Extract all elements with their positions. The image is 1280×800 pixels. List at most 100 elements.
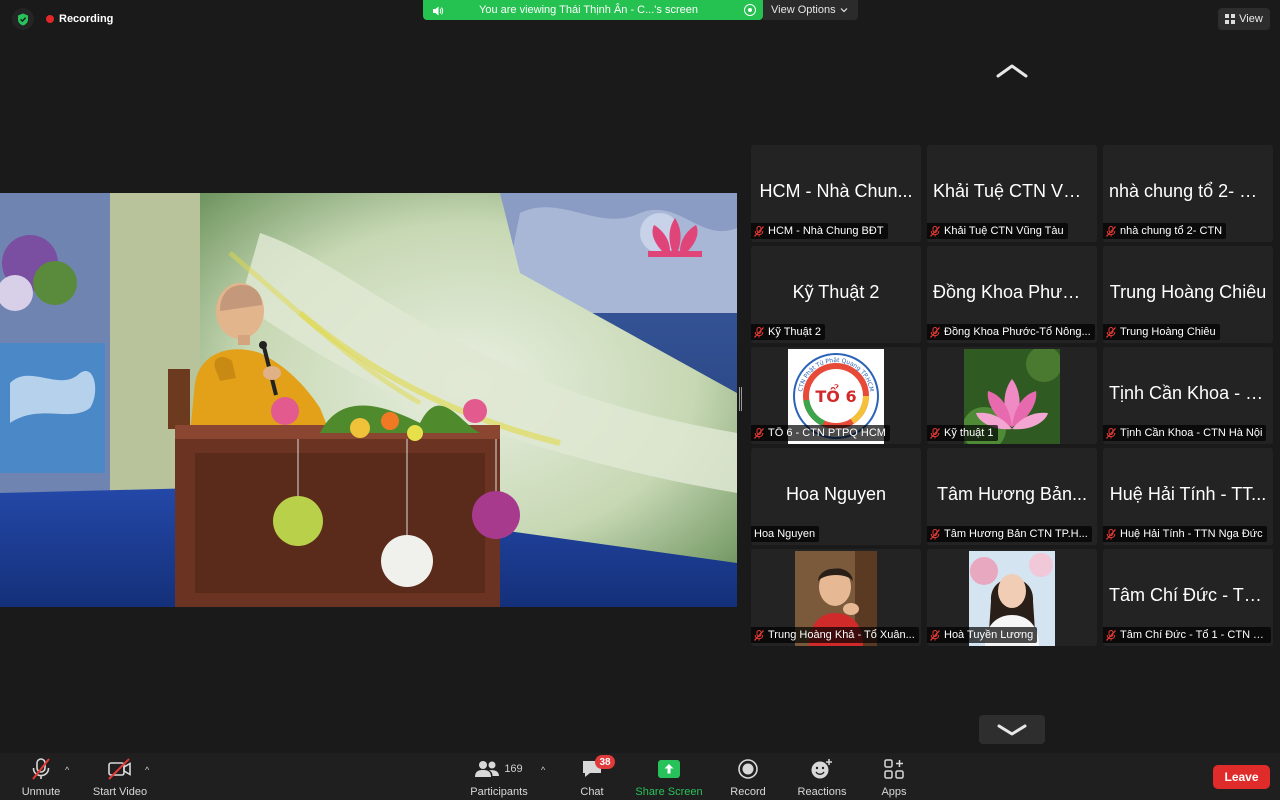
participant-name-tag: Kỹ thuật 1 (927, 425, 998, 441)
participant-tile[interactable]: Kỹ Thuật 2 Kỹ Thuật 2 (751, 246, 921, 343)
recording-indicator[interactable]: Recording (12, 8, 113, 30)
chat-unread-badge: 38 (595, 755, 615, 769)
muted-microphone-icon (1106, 629, 1116, 641)
recording-dot-icon (46, 15, 54, 23)
apps-button[interactable]: Apps (854, 757, 934, 798)
participant-display-name: Tịnh Cần Khoa - C... (1109, 383, 1273, 403)
participant-name: nhà chung tổ 2- CTN (1120, 225, 1223, 237)
share-status-icon[interactable] (744, 4, 756, 16)
participant-tile[interactable]: nhà chung tổ 2- C... nhà chung tổ 2- CTN (1103, 145, 1273, 242)
participants-count: 169 (504, 763, 523, 775)
participant-name-tag: Tịnh Cần Khoa - CTN Hà Nội (1103, 425, 1267, 441)
participant-display-name: Khải Tuệ CTN Vũn... (933, 181, 1097, 201)
chat-button[interactable]: 38 Chat (552, 755, 632, 798)
recording-label: Recording (59, 13, 114, 25)
participant-tile[interactable]: Tâm Chí Đức - Tổ... Tâm Chí Đức - Tổ 1 - … (1103, 549, 1273, 646)
participant-name: Tâm Chí Đức - Tổ 1 - CTN T... (1120, 629, 1267, 641)
participant-tile[interactable]: Huệ Hải Tính - TT... Huệ Hải Tính - TTN N… (1103, 448, 1273, 545)
participant-tile[interactable]: Tịnh Cần Khoa - C... Tịnh Cần Khoa - CTN … (1103, 347, 1273, 444)
audio-options-chevron-icon[interactable]: ^ (65, 765, 69, 775)
participant-display-name: Tâm Chí Đức - Tổ... (1109, 585, 1269, 605)
reactions-label: Reactions (797, 786, 847, 798)
muted-microphone-icon (1106, 326, 1116, 338)
muted-microphone-icon (930, 427, 940, 439)
participants-button[interactable]: 169 Participants (459, 757, 539, 798)
video-options-chevron-icon[interactable]: ^ (145, 765, 149, 775)
participant-name-tag: Trung Hoàng Chiêu (1103, 324, 1220, 340)
participant-name-tag: Hoà Tuyền Lương (927, 627, 1038, 643)
apps-label: Apps (881, 786, 907, 798)
participant-tile[interactable]: Hoà Tuyền Lương (927, 549, 1097, 646)
share-screen-icon (658, 757, 680, 781)
participant-name: TỔ 6 - CTN PTPQ HCM (768, 427, 886, 439)
participants-icon (475, 761, 500, 777)
participant-name-tag: nhà chung tổ 2- CTN (1103, 223, 1227, 239)
participant-name-tag: Hoa Nguyen (751, 526, 820, 542)
participant-display-name: Kỹ Thuật 2 (792, 282, 880, 302)
participant-name: Hoa Nguyen (754, 528, 816, 540)
muted-microphone-icon (930, 528, 940, 540)
gallery-next-button[interactable] (979, 715, 1045, 744)
chevron-down-icon (997, 724, 1027, 735)
screen-share-banner: You are viewing Thái Thịnh Ân - C...'s s… (423, 0, 763, 20)
participant-tile[interactable]: Kỹ thuật 1 (927, 347, 1097, 444)
leave-button[interactable]: Leave (1213, 765, 1270, 789)
share-screen-label: Share Screen (635, 786, 703, 798)
participant-display-name: Tâm Hương Bản... (937, 484, 1087, 504)
security-shield-icon[interactable] (12, 8, 34, 30)
participant-display-name: Huệ Hải Tính - TT... (1109, 484, 1267, 504)
muted-microphone-icon (754, 326, 764, 338)
muted-microphone-icon (1106, 225, 1116, 237)
participant-name-tag: Tâm Hương Bản CTN TP.H... (927, 526, 1092, 542)
participant-name-tag: Huệ Hải Tính - TTN Nga Đức (1103, 526, 1267, 542)
participant-tile[interactable]: Trung Hoàng Khả - Tổ Xuân... (751, 549, 921, 646)
start-video-button[interactable]: Start Video (80, 757, 160, 798)
record-icon (737, 757, 759, 781)
chat-icon: 38 (581, 755, 615, 781)
view-options-button[interactable]: View Options (763, 0, 858, 20)
participant-name-tag: Đồng Khoa Phước-Tổ Nông... (927, 324, 1095, 340)
muted-microphone-icon (30, 757, 52, 781)
participant-name: Kỹ Thuật 2 (768, 326, 821, 338)
reactions-icon (810, 757, 834, 781)
participant-name: Khải Tuệ CTN Vũng Tàu (944, 225, 1064, 237)
participant-name-tag: HCM - Nhà Chung BĐT (751, 223, 888, 239)
grid-icon (1225, 14, 1236, 24)
participant-tile[interactable]: Tâm Hương Bản... Tâm Hương Bản CTN TP.H..… (927, 448, 1097, 545)
muted-microphone-icon (930, 629, 940, 641)
share-screen-button[interactable]: Share Screen (629, 757, 709, 798)
participant-display-name: Trung Hoàng Chiêu (1109, 282, 1267, 302)
participant-name: HCM - Nhà Chung BĐT (768, 225, 884, 237)
participant-tile[interactable]: Trung Hoàng Chiêu Trung Hoàng Chiêu (1103, 246, 1273, 343)
participant-display-name: Hoa Nguyen (785, 484, 887, 504)
logo-text: TỔ 6 (815, 384, 856, 406)
gallery-previous-button[interactable] (992, 60, 1032, 82)
participant-name: Tâm Hương Bản CTN TP.H... (944, 528, 1088, 540)
participants-options-chevron-icon[interactable]: ^ (541, 765, 545, 775)
participant-tile[interactable]: HCM - Nhà Chun... HCM - Nhà Chung BĐT (751, 145, 921, 242)
participant-display-name: Đồng Khoa Phước... (933, 282, 1097, 302)
participant-display-name: nhà chung tổ 2- C... (1109, 181, 1268, 201)
participant-tile[interactable]: Hoa Nguyen Hoa Nguyen (751, 448, 921, 545)
shared-screen-content[interactable] (0, 193, 737, 607)
record-button[interactable]: Record (708, 757, 788, 798)
shared-stage-image (0, 193, 737, 607)
share-banner-text: You are viewing Thái Thịnh Ân - C...'s s… (479, 4, 698, 16)
video-off-icon (107, 757, 133, 781)
muted-microphone-icon (1106, 528, 1116, 540)
reactions-button[interactable]: Reactions (782, 757, 862, 798)
view-layout-button[interactable]: View (1218, 8, 1270, 30)
muted-microphone-icon (754, 629, 764, 641)
participants-icon-group: 169 (475, 757, 523, 781)
muted-microphone-icon (754, 427, 764, 439)
participant-tile[interactable]: Đồng Khoa Phước... Đồng Khoa Phước-Tổ Nôn… (927, 246, 1097, 343)
participant-tile[interactable]: TỔ 6 CTN Phật Tử Phật Quang TP.HCM TỔ 6 - … (751, 347, 921, 444)
speaker-icon[interactable] (432, 4, 444, 22)
participant-name-tag: TỔ 6 - CTN PTPQ HCM (751, 425, 890, 441)
participant-name: Kỹ thuật 1 (944, 427, 994, 439)
unmute-button[interactable]: Unmute (1, 757, 81, 798)
splitter-handle[interactable] (739, 387, 743, 411)
participant-tile[interactable]: Khải Tuệ CTN Vũn... Khải Tuệ CTN Vũng Tàu (927, 145, 1097, 242)
record-label: Record (730, 786, 766, 798)
participant-name: Tịnh Cần Khoa - CTN Hà Nội (1120, 427, 1263, 439)
